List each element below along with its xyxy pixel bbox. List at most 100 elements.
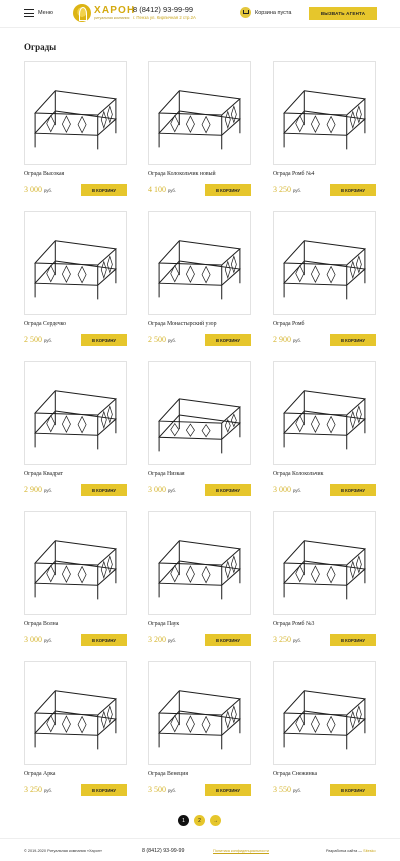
product-image[interactable]	[273, 211, 376, 315]
product-card: Ограда Венеция 3 500 руб. В КОРЗИНУ	[148, 661, 252, 796]
product-card: Ограда Сердечко 2 500 руб. В КОРЗИНУ	[24, 211, 128, 346]
product-name[interactable]: Ограда Колокольчик	[273, 471, 323, 477]
price-currency: руб.	[168, 188, 176, 193]
logo[interactable]: ХАРОН ритуальная компания	[73, 4, 135, 22]
cart-button[interactable]: Корзина пуста	[240, 7, 291, 18]
product-card: Ограда Высокая 3 000 руб. В КОРЗИНУ	[24, 61, 128, 196]
next-page-button[interactable]: →	[210, 815, 221, 826]
product-name[interactable]: Ограда Ромб №4	[273, 171, 314, 177]
pagination: 1 2 →	[178, 815, 226, 826]
product-name[interactable]: Ограда Низкая	[148, 471, 185, 477]
price-value: 3 250	[24, 785, 42, 794]
add-to-cart-button[interactable]: В КОРЗИНУ	[330, 484, 376, 496]
product-image[interactable]	[148, 361, 251, 465]
add-to-cart-button[interactable]: В КОРЗИНУ	[205, 484, 251, 496]
fence-image	[33, 240, 118, 300]
product-name[interactable]: Ограда Арка	[24, 771, 55, 777]
price-currency: руб.	[44, 788, 52, 793]
header-address[interactable]: г. Пенза ул. Кирпичная 2 стр.2А	[133, 15, 196, 20]
page-2-button[interactable]: 2	[194, 815, 205, 826]
product-image[interactable]	[24, 211, 127, 315]
product-image[interactable]	[148, 211, 251, 315]
price-value: 2 900	[273, 335, 291, 344]
product-image[interactable]	[24, 661, 127, 765]
price-value: 3 550	[273, 785, 291, 794]
product-card: Ограда Низкая 3 000 руб. В КОРЗИНУ	[148, 361, 252, 496]
price-value: 3 000	[273, 485, 291, 494]
fence-image	[33, 690, 118, 750]
product-name[interactable]: Ограда Паук	[148, 621, 179, 627]
price-value: 3 000	[24, 635, 42, 644]
product-card: Ограда Ромб №4 3 250 руб. В КОРЗИНУ	[273, 61, 377, 196]
add-to-cart-button[interactable]: В КОРЗИНУ	[330, 184, 376, 196]
add-to-cart-button[interactable]: В КОРЗИНУ	[205, 634, 251, 646]
logo-name: ХАРОН	[94, 5, 136, 16]
product-image[interactable]	[148, 61, 251, 165]
price-value: 2 900	[24, 485, 42, 494]
price-currency: руб.	[168, 488, 176, 493]
product-image[interactable]	[24, 511, 127, 615]
copyright: © 2019-2020 Ритуальная компания «Харон»	[24, 849, 103, 853]
product-card: Ограда Монастырский узор 2 500 руб. В КОРЗИ…	[148, 211, 252, 346]
price-value: 2 500	[24, 335, 42, 344]
fence-image	[157, 398, 242, 454]
fence-image	[33, 90, 118, 150]
product-image[interactable]	[148, 661, 251, 765]
logo-icon	[73, 4, 91, 22]
product-name[interactable]: Ограда Колокольчик новый	[148, 171, 216, 177]
header-phone[interactable]: 8 (8412) 93-99-99	[133, 5, 193, 14]
product-price: 2 900 руб.	[24, 485, 52, 494]
fence-image	[282, 240, 367, 300]
product-card: Ограда Паук 3 200 руб. В КОРЗИНУ	[148, 511, 252, 646]
product-price: 3 250 руб.	[273, 185, 301, 194]
product-name[interactable]: Ограда Квадрат	[24, 471, 63, 477]
add-to-cart-button[interactable]: В КОРЗИНУ	[81, 484, 127, 496]
add-to-cart-button[interactable]: В КОРЗИНУ	[81, 184, 127, 196]
product-card: Ограда Колокольчик 3 000 руб. В КОРЗИНУ	[273, 361, 377, 496]
product-image[interactable]	[273, 511, 376, 615]
cart-label: Корзина пуста	[255, 9, 292, 16]
logo-subtitle: ритуальная компания	[94, 16, 130, 20]
price-value: 3 250	[273, 635, 291, 644]
product-image[interactable]	[24, 361, 127, 465]
footer-phone[interactable]: 8 (8412) 93-99-99	[142, 848, 184, 854]
product-price: 3 250 руб.	[24, 785, 52, 794]
add-to-cart-button[interactable]: В КОРЗИНУ	[330, 334, 376, 346]
product-name[interactable]: Ограда Ромб	[273, 321, 305, 327]
fence-image	[157, 240, 242, 300]
product-name[interactable]: Ограда Снежинка	[273, 771, 317, 777]
add-to-cart-button[interactable]: В КОРЗИНУ	[330, 784, 376, 796]
site-header: Меню ХАРОН ритуальная компания 8 (8412) …	[0, 0, 400, 28]
product-name[interactable]: Ограда Высокая	[24, 171, 64, 177]
product-card: Ограда Снежинка 3 550 руб. В КОРЗИНУ	[273, 661, 377, 796]
product-image[interactable]	[273, 361, 376, 465]
add-to-cart-button[interactable]: В КОРЗИНУ	[330, 634, 376, 646]
product-price: 2 900 руб.	[273, 335, 301, 344]
add-to-cart-button[interactable]: В КОРЗИНУ	[81, 334, 127, 346]
privacy-policy-link[interactable]: Политика конфиденциальности	[213, 849, 269, 853]
product-image[interactable]	[148, 511, 251, 615]
product-name[interactable]: Ограда Волна	[24, 621, 58, 627]
product-image[interactable]	[273, 661, 376, 765]
price-currency: руб.	[168, 638, 176, 643]
product-name[interactable]: Ограда Ромб №3	[273, 621, 314, 627]
product-image[interactable]	[273, 61, 376, 165]
product-price: 3 250 руб.	[273, 635, 301, 644]
add-to-cart-button[interactable]: В КОРЗИНУ	[81, 784, 127, 796]
product-name[interactable]: Ограда Монастырский узор	[148, 321, 216, 327]
menu-button[interactable]: Меню	[24, 9, 53, 17]
add-to-cart-button[interactable]: В КОРЗИНУ	[205, 184, 251, 196]
product-image[interactable]	[24, 61, 127, 165]
product-card: Ограда Ромб 2 900 руб. В КОРЗИНУ	[273, 211, 377, 346]
product-name[interactable]: Ограда Сердечко	[24, 321, 66, 327]
fence-image	[157, 690, 242, 750]
add-to-cart-button[interactable]: В КОРЗИНУ	[81, 634, 127, 646]
hamburger-icon	[24, 9, 34, 17]
product-name[interactable]: Ограда Венеция	[148, 771, 188, 777]
developer-link[interactable]: Sitesko	[363, 849, 375, 853]
add-to-cart-button[interactable]: В КОРЗИНУ	[205, 334, 251, 346]
page-1-button[interactable]: 1	[178, 815, 189, 826]
add-to-cart-button[interactable]: В КОРЗИНУ	[205, 784, 251, 796]
product-price: 4 100 руб.	[148, 185, 176, 194]
call-agent-button[interactable]: ВЫЗВАТЬ АГЕНТА	[309, 7, 377, 20]
